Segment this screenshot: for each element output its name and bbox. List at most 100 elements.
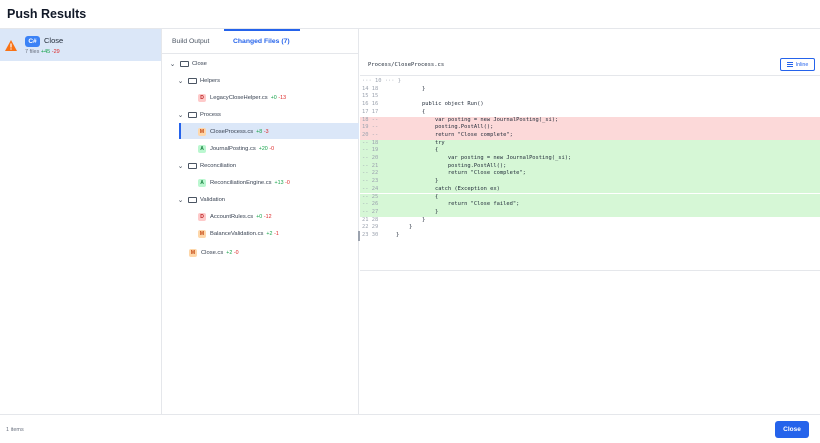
file-deletions: -1 <box>274 230 279 237</box>
code-text: { <box>396 193 439 200</box>
chevron-down-icon: ⌄ <box>177 162 184 170</box>
line-numbers: -- 20 <box>362 155 379 161</box>
line-numbers: 22 29 <box>362 224 379 231</box>
push-list-panel: C# Close 7 files +45 -29 <box>0 29 162 414</box>
tree-file-closeprocess[interactable]: M CloseProcess.cs +8 -3 <box>198 123 269 140</box>
line-numbers: 19 -- <box>362 124 379 131</box>
inline-view-toggle-button[interactable]: Inline <box>780 58 815 71</box>
tree-file-close-cs[interactable]: M Close.cs +2 -0 <box>189 244 239 261</box>
tree-folder-helpers[interactable]: ⌄ Helpers <box>176 72 220 89</box>
page-title: Push Results <box>7 7 87 21</box>
push-additions: +45 <box>40 49 51 55</box>
changed-files-panel: Build Output Changed Files (7) ⌄ Close ⌄… <box>162 29 359 414</box>
line-numbers: 20 -- <box>362 131 379 138</box>
active-tab-indicator <box>224 29 300 31</box>
file-name: LegacyCloseHelper.cs <box>210 94 268 101</box>
folder-icon <box>188 162 197 169</box>
file-additions: +8 <box>256 128 263 135</box>
file-name: AccountRules.cs <box>210 213 254 220</box>
code-text: } <box>396 85 426 92</box>
close-button[interactable]: Close <box>775 421 809 438</box>
code-text: } <box>396 178 439 185</box>
language-badge: C# <box>25 36 40 47</box>
tree-file-balancevalidation[interactable]: M BalanceValidation.cs +2 -1 <box>198 225 279 242</box>
diff-hunk-separator[interactable]: ··· 10 ··· } <box>360 78 820 86</box>
diff-line-added: -- 20 var posting = new JournalPosting(_… <box>360 155 820 163</box>
file-additions: +20 <box>258 145 268 152</box>
warning-triangle-icon <box>5 40 17 51</box>
diff-file-path: Process/CloseProcess.cs <box>368 62 445 68</box>
deleted-status-badge: D <box>198 212 206 221</box>
file-additions: +2 <box>226 249 233 256</box>
line-numbers: -- 23 <box>362 178 379 185</box>
code-text: posting.PostAll(); <box>396 124 494 131</box>
code-text: } <box>396 232 400 238</box>
tree-file-reconciliationengine[interactable]: A ReconciliationEngine.cs +13 -0 <box>198 174 290 191</box>
tree-folder-reconciliation[interactable]: ⌄ Reconciliation <box>176 157 236 174</box>
added-status-badge: A <box>198 178 206 187</box>
code-text: catch (Exception ex) <box>396 185 500 192</box>
folder-label: Reconciliation <box>200 162 237 169</box>
tree-file-journalposting[interactable]: A JournalPosting.cs +20 -0 <box>198 140 274 157</box>
diff-header: Process/CloseProcess.cs Inline <box>360 54 820 76</box>
line-numbers: -- 26 <box>362 201 379 208</box>
code-text: posting.PostAll(); <box>396 162 507 169</box>
code-text: ··· 10 ··· } <box>362 78 401 84</box>
chevron-down-icon: ⌄ <box>169 60 176 68</box>
code-text: return "Close complete"; <box>396 131 513 138</box>
added-status-badge: A <box>198 144 206 153</box>
file-additions: +13 <box>274 179 284 186</box>
line-numbers: -- 27 <box>362 208 379 215</box>
diff-line-removed: 20 -- return "Close complete"; <box>360 131 820 140</box>
diff-line-removed: 19 -- posting.PostAll(); <box>360 124 820 132</box>
line-numbers: 16 16 <box>362 101 379 108</box>
code-text: return "Close failed"; <box>396 201 520 208</box>
folder-icon <box>180 60 189 67</box>
chevron-down-icon: ⌄ <box>177 111 184 119</box>
code-text: } <box>396 224 413 231</box>
push-item-close[interactable]: C# Close 7 files +45 -29 <box>0 29 161 61</box>
diff-line-added: -- 19 { <box>360 147 820 155</box>
diff-line-added: -- 25 { <box>360 193 820 202</box>
tree-folder-close[interactable]: ⌄ Close <box>168 55 207 72</box>
line-numbers: -- 25 <box>362 193 379 200</box>
file-deletions: -3 <box>263 128 269 135</box>
line-numbers: 21 28 <box>362 216 379 223</box>
line-numbers: -- 19 <box>362 147 379 154</box>
line-numbers: 14 18 <box>362 85 379 92</box>
diff-line-context: 23 30} <box>360 232 820 240</box>
file-name: ReconciliationEngine.cs <box>210 179 272 186</box>
file-additions: +2 <box>266 230 273 237</box>
line-numbers: 15 15 <box>362 93 379 100</box>
push-deletions: -29 <box>51 49 60 55</box>
file-name: CloseProcess.cs <box>210 128 254 135</box>
push-name: Close <box>44 36 64 45</box>
file-additions: +0 <box>256 213 263 220</box>
file-deletions: -0 <box>269 145 275 152</box>
tab-build-output[interactable]: Build Output <box>172 38 209 45</box>
diff-line-context: 16 16 public object Run() <box>360 101 820 109</box>
item-count: 1 items <box>6 427 24 433</box>
diff-line-added: -- 24 catch (Exception ex) <box>360 185 820 194</box>
file-deletions: -13 <box>278 94 287 101</box>
tree-folder-validation[interactable]: ⌄ Validation <box>176 191 225 208</box>
diff-line-added: -- 22 return "Close complete"; <box>360 170 820 179</box>
tree-folder-process[interactable]: ⌄ Process <box>176 106 221 123</box>
folder-icon <box>188 111 197 118</box>
push-file-count: 7 files <box>25 49 40 55</box>
diff-line-removed: 18 -- var posting = new JournalPosting(_… <box>360 116 820 125</box>
tab-changed-files[interactable]: Changed Files (7) <box>233 38 290 45</box>
code-text: } <box>396 208 439 215</box>
diff-code-area: ··· 10 ··· } 14 18 } 15 15 16 16 public obj… <box>360 78 820 268</box>
line-numbers: -- 24 <box>362 185 379 192</box>
file-deletions: -12 <box>263 213 272 220</box>
file-deletions: -0 <box>233 249 239 256</box>
folder-label: Process <box>200 111 221 118</box>
tree-file-legacyclosehelper[interactable]: D LegacyCloseHelper.cs +0 -13 <box>198 89 286 106</box>
line-numbers: 17 17 <box>362 108 379 115</box>
tree-file-accountrules[interactable]: D AccountRules.cs +0 -12 <box>198 208 272 225</box>
code-text: { <box>396 147 439 154</box>
diff-line-context: 14 18 } <box>360 86 820 94</box>
diff-line-added: -- 23 } <box>360 178 820 186</box>
dialog-header: Push Results <box>0 0 820 29</box>
